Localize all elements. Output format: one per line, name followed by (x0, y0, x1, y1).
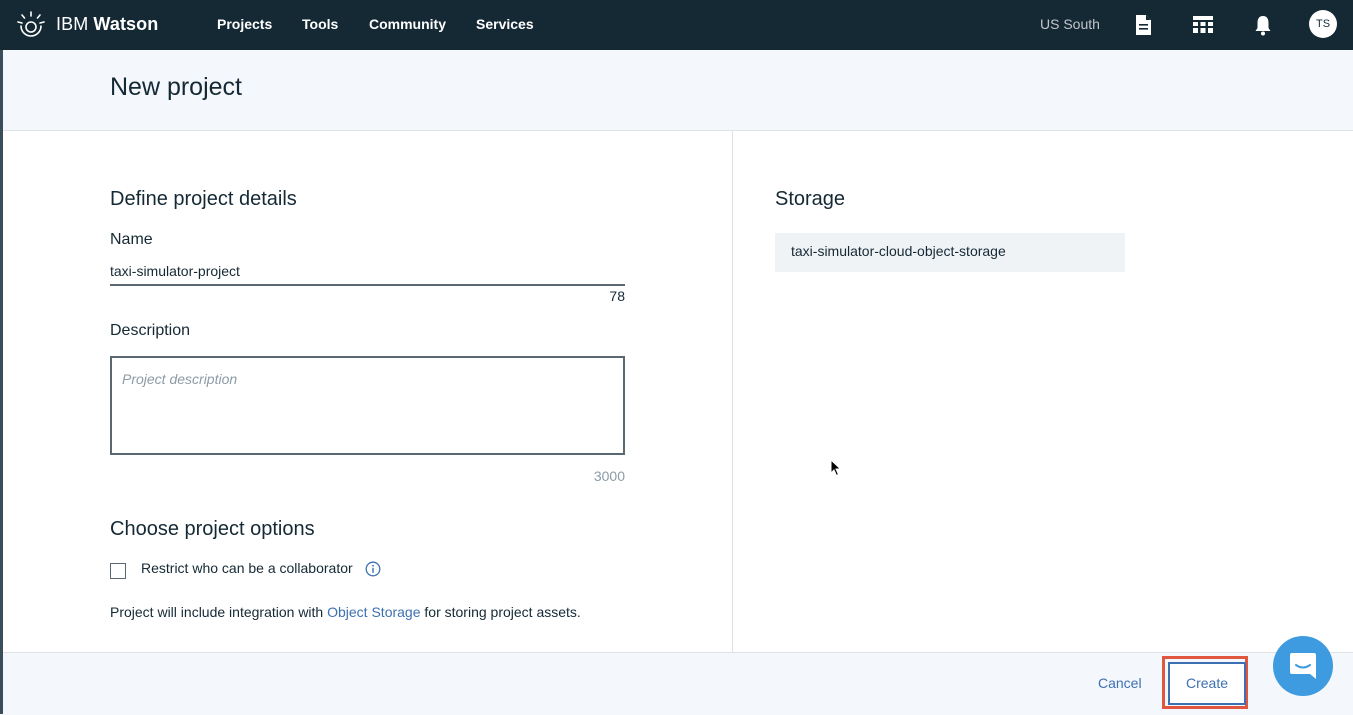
mouse-cursor-icon (830, 459, 842, 477)
page-header: New project (3, 50, 1353, 131)
restrict-collaborator-label[interactable]: Restrict who can be a collaborator (141, 560, 353, 576)
note-suffix: for storing project assets. (420, 604, 581, 620)
brand-ibm: IBM (56, 14, 89, 34)
page-title: New project (110, 73, 242, 101)
define-details-heading: Define project details (110, 188, 297, 210)
description-label: Description (110, 322, 191, 339)
nav-community[interactable]: Community (369, 16, 446, 32)
storage-instance-field[interactable]: taxi-simulator-cloud-object-storage (775, 233, 1125, 272)
info-icon[interactable] (365, 561, 381, 577)
project-name-input[interactable] (110, 257, 625, 286)
chat-icon (1290, 653, 1316, 679)
name-char-counter: 78 (609, 288, 625, 304)
notification-bell-icon[interactable] (1250, 12, 1276, 38)
document-icon[interactable] (1130, 12, 1156, 38)
top-nav-bar: IBM Watson Projects Tools Community Serv… (0, 0, 1353, 50)
storage-heading: Storage (775, 188, 846, 210)
name-label: Name (110, 231, 153, 248)
column-divider (732, 131, 733, 652)
left-edge-strip (0, 50, 3, 714)
chat-launcher-button[interactable] (1273, 636, 1333, 696)
storage-instance-name: taxi-simulator-cloud-object-storage (791, 243, 1006, 259)
note-prefix: Project will include integration with (110, 604, 328, 620)
cancel-button[interactable]: Cancel (1098, 675, 1142, 691)
create-button[interactable]: Create (1168, 662, 1246, 705)
brand-name[interactable]: IBM Watson (56, 14, 158, 35)
brand-watson: Watson (93, 14, 159, 34)
region-selector[interactable]: US South (1040, 16, 1100, 32)
watson-logo-icon[interactable] (16, 10, 46, 40)
project-options-heading: Choose project options (110, 518, 315, 540)
description-textarea[interactable] (110, 356, 625, 455)
storage-integration-note: Project will include integration with Ob… (110, 604, 581, 620)
footer-bar (3, 652, 1353, 715)
description-char-counter: 3000 (593, 468, 625, 484)
nav-services[interactable]: Services (476, 16, 534, 32)
nav-projects[interactable]: Projects (217, 16, 272, 32)
object-storage-link[interactable]: Object Storage (327, 604, 420, 620)
restrict-collaborator-checkbox[interactable] (110, 563, 126, 579)
apps-grid-icon[interactable] (1190, 12, 1216, 38)
nav-tools[interactable]: Tools (302, 16, 338, 32)
user-avatar[interactable]: TS (1309, 10, 1337, 38)
